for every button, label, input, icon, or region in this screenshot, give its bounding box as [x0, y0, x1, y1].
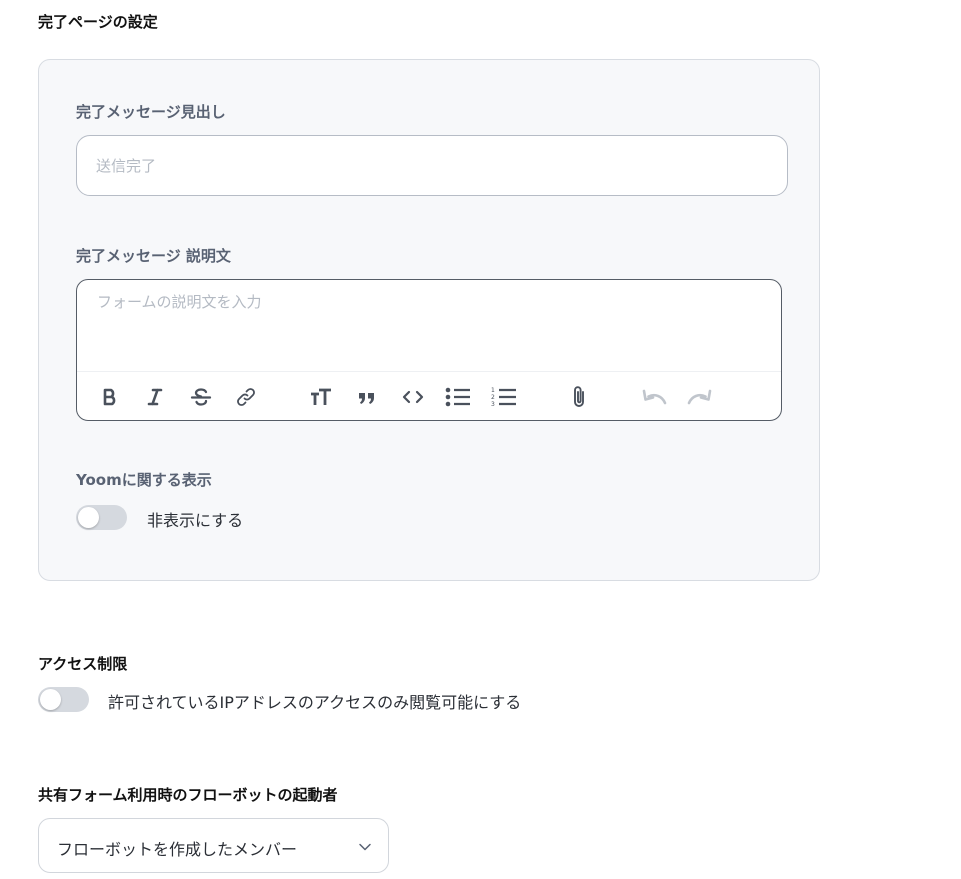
redo-icon[interactable] [686, 384, 714, 410]
toggle-knob [78, 507, 99, 528]
undo-icon[interactable] [640, 384, 668, 410]
numbered-list-icon[interactable]: 123 [490, 384, 518, 410]
select-value: フローボットを作成したメンバー [57, 840, 298, 859]
quote-icon[interactable] [353, 384, 381, 410]
chevron-down-icon [358, 839, 372, 858]
ip-restriction-toggle[interactable] [38, 687, 89, 712]
description-editor-area[interactable]: フォームの説明文を入力 [77, 280, 781, 371]
svg-text:2: 2 [491, 394, 495, 401]
code-icon[interactable] [399, 384, 427, 410]
svg-text:1: 1 [491, 387, 495, 394]
bullet-list-icon[interactable] [444, 384, 472, 410]
italic-icon[interactable] [141, 384, 169, 410]
ip-restriction-toggle-label: 許可されているIPアドレスのアクセスのみ閲覧可能にする [108, 693, 522, 712]
text-size-icon[interactable] [307, 384, 335, 410]
description-editor: フォームの説明文を入力 1 2 3 [76, 279, 782, 421]
completion-section-title: 完了ページの設定 [38, 13, 158, 31]
heading-input[interactable] [76, 135, 788, 196]
editor-toolbar: 123 [77, 371, 781, 420]
hide-yoom-toggle[interactable] [76, 505, 127, 530]
yoom-display-label: Yoomに関する表示 [76, 471, 212, 489]
flowbot-launcher-select[interactable]: フローボットを作成したメンバー [38, 818, 389, 873]
link-icon[interactable] [232, 384, 260, 410]
svg-text:3: 3 [491, 401, 495, 408]
bold-icon[interactable] [96, 384, 124, 410]
hide-yoom-toggle-label: 非表示にする [147, 511, 244, 530]
attachment-icon[interactable] [565, 384, 593, 410]
description-label: 完了メッセージ 説明文 [76, 247, 231, 265]
shared-form-section-title: 共有フォーム利用時のフローボットの起動者 [38, 786, 338, 804]
access-section-title: アクセス制限 [38, 655, 128, 673]
toggle-knob [40, 689, 61, 710]
completion-settings-panel: 完了メッセージ見出し 完了メッセージ 説明文 フォームの説明文を入力 [38, 59, 820, 581]
strikethrough-icon[interactable] [187, 384, 215, 410]
heading-label: 完了メッセージ見出し [76, 103, 226, 121]
